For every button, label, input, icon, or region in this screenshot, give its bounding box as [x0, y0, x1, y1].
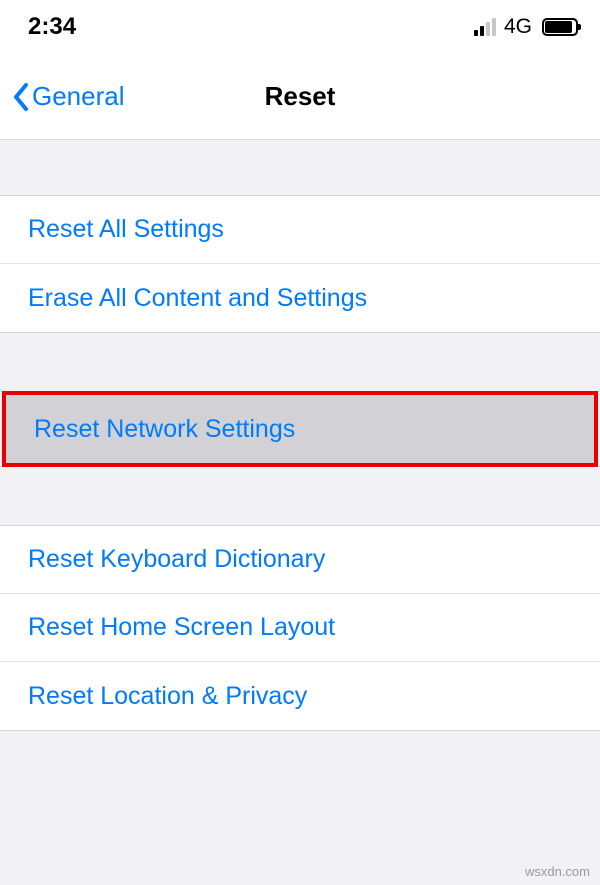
chevron-left-icon — [12, 82, 30, 112]
reset-keyboard-dictionary-row[interactable]: Reset Keyboard Dictionary — [0, 526, 600, 594]
reset-location-privacy-row[interactable]: Reset Location & Privacy — [0, 662, 600, 730]
reset-network-settings-row[interactable]: Reset Network Settings — [6, 395, 594, 463]
back-button[interactable]: General — [12, 81, 125, 112]
highlight-annotation: Reset Network Settings — [2, 391, 598, 467]
back-label: General — [32, 81, 125, 112]
status-time: 2:34 — [28, 13, 76, 41]
row-label: Reset Home Screen Layout — [28, 613, 335, 642]
row-label: Erase All Content and Settings — [28, 284, 367, 313]
reset-section-1: Reset All Settings Erase All Content and… — [0, 195, 600, 333]
row-label: Reset Keyboard Dictionary — [28, 545, 325, 574]
page-title: Reset — [265, 81, 336, 112]
battery-icon — [542, 18, 578, 36]
section-spacer — [0, 333, 600, 391]
row-label: Reset Network Settings — [34, 415, 295, 444]
reset-all-settings-row[interactable]: Reset All Settings — [0, 196, 600, 264]
network-type-label: 4G — [504, 15, 532, 39]
watermark: wsxdn.com — [525, 864, 590, 879]
status-bar: 2:34 4G — [0, 0, 600, 54]
section-spacer — [0, 140, 600, 195]
cellular-signal-icon — [474, 18, 496, 36]
navigation-bar: General Reset — [0, 54, 600, 140]
row-label: Reset All Settings — [28, 215, 224, 244]
section-spacer — [0, 467, 600, 525]
erase-all-content-row[interactable]: Erase All Content and Settings — [0, 264, 600, 332]
reset-home-screen-row[interactable]: Reset Home Screen Layout — [0, 594, 600, 662]
row-label: Reset Location & Privacy — [28, 682, 307, 711]
status-indicators: 4G — [474, 15, 578, 39]
reset-section-3: Reset Keyboard Dictionary Reset Home Scr… — [0, 525, 600, 731]
